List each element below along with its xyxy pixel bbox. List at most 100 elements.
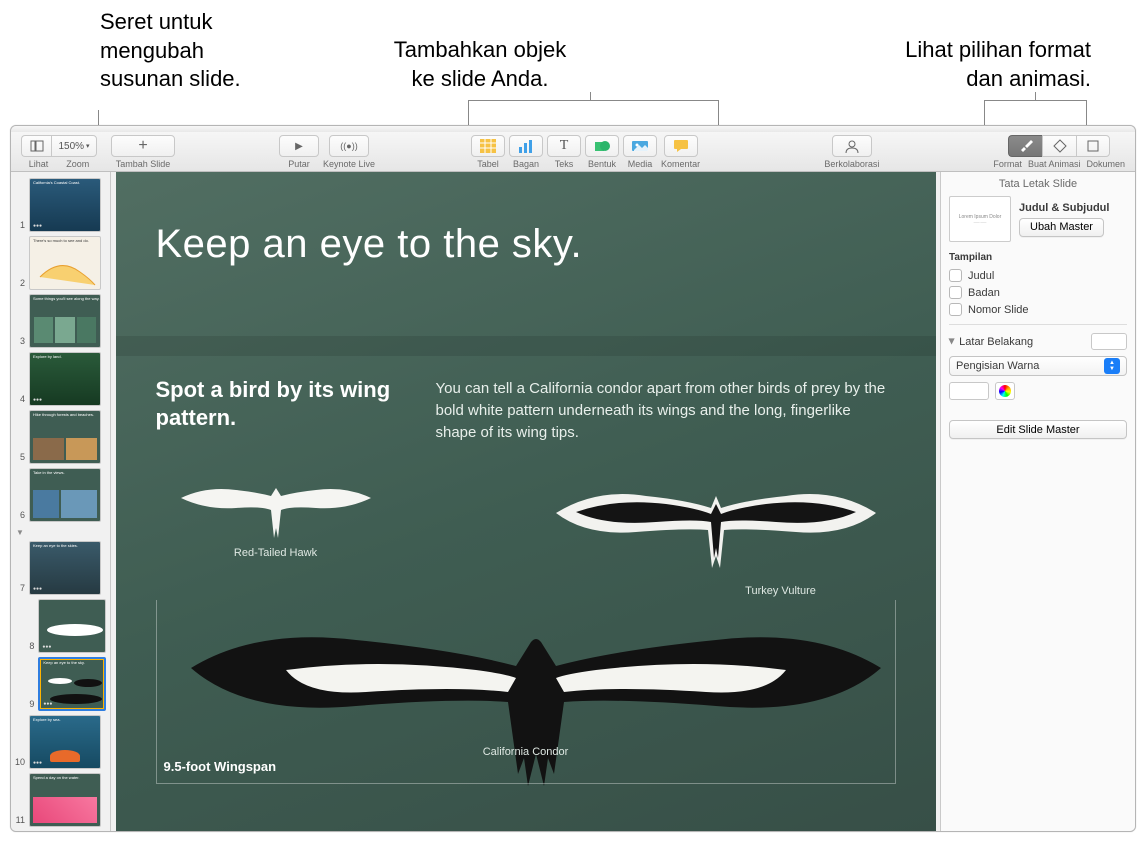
format-inspector: Tata Letak Slide Lorem Ipsum Dolor —— ——… xyxy=(940,172,1135,831)
background-swatch[interactable] xyxy=(1091,333,1127,350)
slide-thumb[interactable]: 7 Keep an eye to the skies.●●● xyxy=(11,539,110,597)
title-checkbox-row[interactable]: Judul xyxy=(949,269,1127,282)
slide-number: 9 xyxy=(25,699,34,709)
slide-number: 3 xyxy=(15,336,25,346)
edit-slide-master-button[interactable]: Edit Slide Master xyxy=(949,420,1127,439)
shape-label: Bentuk xyxy=(588,159,616,169)
slide-body-text[interactable]: You can tell a California condor apart f… xyxy=(436,378,896,443)
animate-label: Buat Animasi xyxy=(1028,159,1081,169)
keynote-live-label: Keynote Live xyxy=(323,159,375,169)
slide-number: 11 xyxy=(15,815,25,825)
view-icon xyxy=(30,140,44,152)
slidenum-checkbox-label: Nomor Slide xyxy=(968,304,1029,316)
annotation-callouts: Seret untukmengubahsusunan slide. Tambah… xyxy=(0,0,1146,130)
fill-type-value: Pengisian Warna xyxy=(956,360,1039,372)
bird-hawk[interactable]: Red-Tailed Hawk xyxy=(176,468,376,559)
body-checkbox-row[interactable]: Badan xyxy=(949,286,1127,299)
checkbox-icon xyxy=(949,286,962,299)
slide-thumb[interactable]: 5 Hike through forests and beaches. xyxy=(11,408,110,466)
play-button[interactable]: ▶ xyxy=(279,135,319,157)
media-label: Media xyxy=(628,159,653,169)
shape-icon xyxy=(594,139,610,153)
body-checkbox-label: Badan xyxy=(968,287,1000,299)
inspector-title: Tata Letak Slide xyxy=(949,178,1127,190)
callout-add-objects: Tambahkan objekke slide Anda. xyxy=(350,36,610,93)
slidenum-checkbox-row[interactable]: Nomor Slide xyxy=(949,303,1127,316)
background-disclosure[interactable]: ▶ Latar Belakang xyxy=(949,333,1127,350)
disclosure-triangle[interactable]: ▼ xyxy=(11,524,110,539)
play-label: Putar xyxy=(288,159,310,169)
background-label: Latar Belakang xyxy=(959,336,1033,348)
slide-thumb[interactable]: 8 ●●● xyxy=(11,597,110,655)
keynote-live-button[interactable]: ((●)) xyxy=(329,135,369,157)
master-thumbnail[interactable]: Lorem Ipsum Dolor —— —— xyxy=(949,196,1011,242)
slide-thumb[interactable]: 6 Take in the views. xyxy=(11,466,110,524)
collaborate-icon xyxy=(843,139,861,153)
zoom-value: 150% xyxy=(58,141,84,152)
text-button[interactable]: T xyxy=(547,135,581,157)
color-picker-button[interactable] xyxy=(995,382,1015,400)
view-label: Lihat xyxy=(29,159,49,169)
brush-icon xyxy=(1018,139,1034,153)
collaborate-label: Berkolaborasi xyxy=(824,159,879,169)
comment-button[interactable] xyxy=(664,135,698,157)
slide-thumb-selected[interactable]: 9 Keep an eye to the sky.●●● xyxy=(11,655,110,713)
add-slide-label: Tambah Slide xyxy=(116,159,171,169)
popup-arrows-icon: ▲▼ xyxy=(1104,358,1120,374)
shape-button[interactable] xyxy=(585,135,619,157)
animate-tab[interactable] xyxy=(1042,135,1076,157)
text-icon: T xyxy=(560,138,569,154)
view-button[interactable] xyxy=(21,135,51,157)
checkbox-icon xyxy=(949,303,962,316)
media-icon xyxy=(632,139,648,153)
slide-number: 8 xyxy=(25,641,34,651)
slide-number: 6 xyxy=(15,510,25,520)
play-icon: ▶ xyxy=(295,141,303,152)
slide-canvas[interactable]: Keep an eye to the sky. Spot a bird by i… xyxy=(111,172,940,831)
comment-icon xyxy=(673,139,689,153)
table-label: Tabel xyxy=(477,159,499,169)
slide-number: 1 xyxy=(15,220,25,230)
slide-thumb[interactable]: 10 Explore by sea.●●● xyxy=(11,713,110,771)
text-label: Teks xyxy=(555,159,574,169)
slide-thumb[interactable]: 1 California's Coastal Coast.●●● xyxy=(11,176,110,234)
document-tab[interactable] xyxy=(1076,135,1110,157)
slide-thumb[interactable]: 2 There's so much to see and do. xyxy=(11,234,110,292)
table-button[interactable] xyxy=(471,135,505,157)
change-master-button[interactable]: Ubah Master xyxy=(1019,218,1104,237)
chart-button[interactable] xyxy=(509,135,543,157)
broadcast-icon: ((●)) xyxy=(340,141,357,151)
color-well[interactable] xyxy=(949,382,989,400)
slide-subtitle[interactable]: Spot a bird by its wing pattern. xyxy=(156,376,406,431)
chart-icon xyxy=(518,139,534,153)
color-wheel-icon xyxy=(999,385,1011,397)
slide-thumb[interactable]: 3 Some things you'll see along the way. xyxy=(11,292,110,350)
media-button[interactable] xyxy=(623,135,657,157)
wingspan-label: 9.5-foot Wingspan xyxy=(164,759,277,774)
chart-label: Bagan xyxy=(513,159,539,169)
callout-reorder: Seret untukmengubahsusunan slide. xyxy=(100,8,241,94)
format-label: Format xyxy=(993,159,1022,169)
zoom-label: Zoom xyxy=(66,159,89,169)
checkbox-icon xyxy=(949,269,962,282)
fill-type-popup[interactable]: Pengisian Warna ▲▼ xyxy=(949,356,1127,376)
add-slide-button[interactable]: + xyxy=(111,135,175,157)
slide-thumb[interactable]: 11 Spend a day on the water. xyxy=(11,771,110,829)
slide-number: 5 xyxy=(15,452,25,462)
bird-vulture[interactable]: Turkey Vulture xyxy=(546,468,886,597)
zoom-button[interactable]: 150%▾ xyxy=(51,135,97,157)
callout-format: Lihat pilihan formatdan animasi. xyxy=(771,36,1091,93)
collaborate-button[interactable] xyxy=(832,135,872,157)
document-label: Dokumen xyxy=(1086,159,1125,169)
slide-number: 2 xyxy=(15,278,25,288)
format-tab[interactable] xyxy=(1008,135,1042,157)
slide-thumb[interactable]: 4 Explore by land.●●● xyxy=(11,350,110,408)
document-icon xyxy=(1086,139,1100,153)
title-checkbox-label: Judul xyxy=(968,270,994,282)
appearance-heading: Tampilan xyxy=(949,252,1127,263)
slide-navigator[interactable]: 1 California's Coastal Coast.●●● 2 There… xyxy=(11,172,111,831)
keynote-window: 150%▾ Lihat Zoom + Tambah Slide ▶ Putar … xyxy=(10,125,1136,832)
master-name: Judul & Subjudul xyxy=(1019,202,1127,214)
slide-title[interactable]: Keep an eye to the sky. xyxy=(156,222,583,267)
comment-label: Komentar xyxy=(661,159,700,169)
